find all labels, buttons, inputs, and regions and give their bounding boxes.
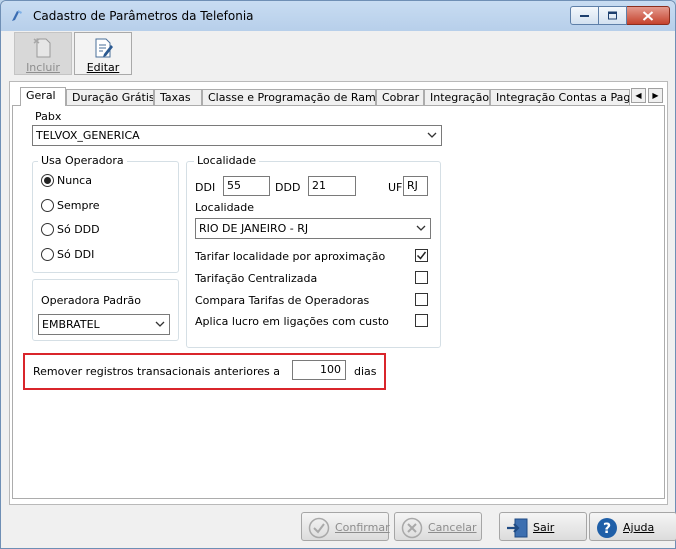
- radio-label: Só DDD: [57, 223, 100, 236]
- sair-button[interactable]: Sair: [499, 512, 587, 541]
- close-button[interactable]: [627, 6, 670, 25]
- checkmark-icon: [416, 251, 427, 260]
- confirmar-button[interactable]: Confirmar: [301, 512, 390, 541]
- editar-label: Editar: [86, 61, 120, 74]
- edit-document-icon: [95, 38, 113, 58]
- localidade-value: RIO DE JANEIRO - RJ: [199, 222, 309, 235]
- radio-so-ddi[interactable]: Só DDI: [41, 248, 94, 264]
- main-window: Cadastro de Parâmetros da Telefonia Incl…: [0, 0, 676, 549]
- compara-tarifas-label: Compara Tarifas de Operadoras: [195, 294, 370, 307]
- cancel-circle-icon: [401, 517, 423, 539]
- ddi-input[interactable]: 55: [223, 176, 270, 196]
- minimize-button[interactable]: [570, 6, 599, 25]
- tab-integracao[interactable]: Integração: [424, 89, 490, 105]
- help-icon: ?: [597, 518, 617, 538]
- uf-label: UF: [388, 181, 403, 194]
- tarifacao-centralizada-checkbox[interactable]: [415, 271, 428, 284]
- radio-label: Nunca: [57, 174, 92, 187]
- exit-door-icon: [507, 518, 528, 538]
- remover-dias-input[interactable]: 100: [292, 360, 346, 380]
- operadora-padrao-label: Operadora Padrão: [41, 294, 141, 307]
- tab-classe-programacao-ramal[interactable]: Classe e Programação de Ramal: [202, 89, 376, 105]
- radio-so-ddd[interactable]: Só DDD: [41, 223, 100, 239]
- tab-scroll-right-button[interactable]: ▶: [648, 88, 663, 103]
- aplica-lucro-checkbox[interactable]: [415, 314, 428, 327]
- radio-label: Sempre: [57, 199, 100, 212]
- editar-button[interactable]: Editar: [74, 32, 132, 75]
- window-title: Cadastro de Parâmetros da Telefonia: [33, 9, 254, 23]
- ddi-label: DDI: [195, 181, 216, 194]
- aplica-lucro-label: Aplica lucro em ligações com custo: [195, 315, 389, 328]
- radio-indicator: [41, 248, 54, 261]
- ddd-input[interactable]: 21: [308, 176, 356, 196]
- remover-registros-label: Remover registros transacionais anterior…: [33, 365, 280, 378]
- operadora-padrao-select[interactable]: EMBRATEL: [38, 314, 170, 335]
- uf-input[interactable]: RJ: [403, 176, 428, 196]
- tarifar-aproximacao-label: Tarifar localidade por aproximação: [195, 250, 386, 263]
- tab-taxas[interactable]: Taxas: [154, 89, 202, 105]
- radio-label: Só DDI: [57, 248, 95, 261]
- confirmar-label: Confirmar: [335, 521, 390, 534]
- localidade-group-title: Localidade: [194, 154, 260, 167]
- dias-label: dias: [354, 365, 377, 378]
- tarifacao-centralizada-label: Tarifação Centralizada: [195, 272, 318, 285]
- tab-strip: Geral Duração Grátis Taxas Classe e Prog…: [12, 87, 668, 106]
- cancelar-label: Cancelar: [428, 521, 477, 534]
- chevron-down-icon: [427, 132, 437, 138]
- chevron-down-icon: [155, 321, 165, 327]
- radio-indicator: [41, 199, 54, 212]
- ajuda-label: Ajuda: [623, 521, 655, 534]
- pabx-value: TELVOX_GENERICA: [36, 129, 140, 142]
- chevron-down-icon: [416, 225, 426, 231]
- new-document-icon: [33, 38, 51, 58]
- check-circle-icon: [308, 517, 330, 539]
- tarifar-aproximacao-checkbox[interactable]: [415, 249, 428, 262]
- radio-indicator: [41, 223, 54, 236]
- maximize-button[interactable]: [599, 6, 627, 25]
- incluir-button[interactable]: Incluir: [14, 32, 72, 75]
- sair-label: Sair: [533, 521, 555, 534]
- tab-scroll-left-button[interactable]: ◀: [631, 88, 646, 103]
- ajuda-button[interactable]: ? Ajuda: [589, 512, 676, 541]
- usa-operadora-title: Usa Operadora: [38, 154, 127, 167]
- incluir-label: Incluir: [26, 61, 60, 74]
- operadora-padrao-value: EMBRATEL: [42, 318, 100, 331]
- localidade-label: Localidade: [195, 201, 255, 214]
- compara-tarifas-checkbox[interactable]: [415, 293, 428, 306]
- title-bar[interactable]: Cadastro de Parâmetros da Telefonia: [1, 1, 675, 31]
- pabx-label: Pabx: [35, 110, 62, 123]
- tab-cobrar[interactable]: Cobrar: [376, 89, 424, 105]
- phone-app-icon: [9, 8, 25, 24]
- radio-sempre[interactable]: Sempre: [41, 199, 100, 215]
- radio-nunca[interactable]: Nunca: [41, 174, 92, 190]
- ddd-label: DDD: [275, 181, 301, 194]
- tab-geral[interactable]: Geral: [20, 87, 66, 106]
- pabx-select[interactable]: TELVOX_GENERICA: [32, 125, 442, 146]
- cancelar-button[interactable]: Cancelar: [394, 512, 482, 541]
- tab-duracao-gratis[interactable]: Duração Grátis: [66, 89, 154, 105]
- localidade-select[interactable]: RIO DE JANEIRO - RJ: [195, 218, 431, 239]
- radio-indicator: [41, 174, 54, 187]
- svg-text:?: ?: [603, 521, 611, 537]
- tab-integracao-contas-pagar[interactable]: Integração Contas a Pagar: [490, 89, 630, 105]
- toolbar: Incluir Editar: [8, 31, 668, 76]
